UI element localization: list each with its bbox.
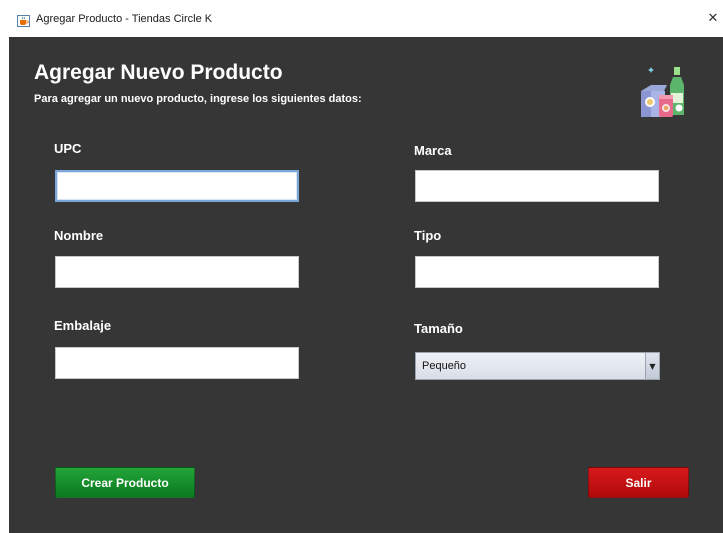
page-subtitle: Para agregar un nuevo producto, ingrese … [34, 93, 362, 105]
tipo-label: Tipo [414, 228, 442, 243]
nombre-label: Nombre [54, 228, 104, 243]
tamano-label: Tamaño [414, 321, 463, 336]
upc-input[interactable] [55, 170, 299, 202]
embalaje-input[interactable] [55, 347, 299, 379]
form-panel: Agregar Nuevo Producto Para agregar un n… [9, 37, 723, 533]
window-title: Agregar Producto - Tiendas Circle K [36, 13, 213, 25]
nombre-input[interactable] [55, 256, 299, 288]
chevron-down-icon[interactable]: ▼ [645, 353, 659, 379]
marca-input[interactable] [415, 170, 659, 202]
upc-label: UPC [54, 141, 82, 156]
tamano-selected-value: Pequeño [422, 360, 467, 372]
marca-label: Marca [414, 143, 452, 158]
java-cup-icon [17, 14, 30, 27]
page-title: Agregar Nuevo Producto [34, 61, 283, 84]
create-product-button[interactable]: Crear Producto [55, 467, 195, 498]
tipo-input[interactable] [415, 256, 659, 288]
close-icon[interactable]: ✕ [706, 12, 720, 26]
title-bar: Agregar Producto - Tiendas Circle K ✕ [0, 0, 723, 30]
exit-button[interactable]: Salir [588, 467, 689, 498]
embalaje-label: Embalaje [54, 318, 112, 333]
grocery-products-icon [637, 61, 689, 121]
tamano-select[interactable]: Pequeño ▼ [415, 352, 660, 380]
